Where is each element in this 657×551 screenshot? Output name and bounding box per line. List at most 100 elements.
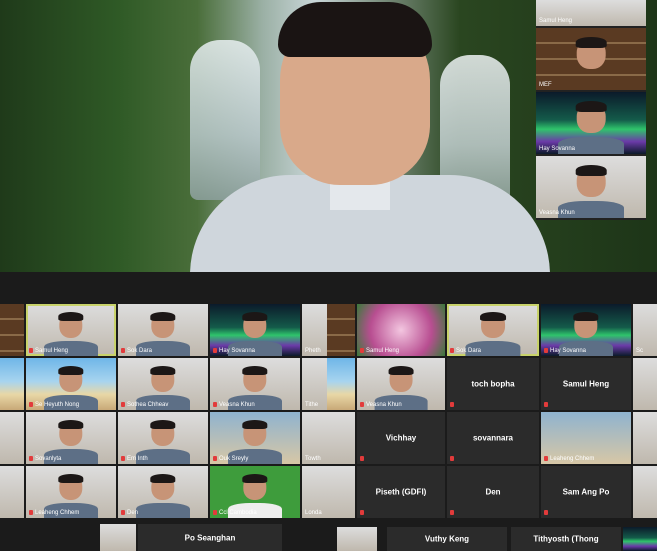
participant-name: Leaheng Chhem xyxy=(29,509,79,516)
tile-partial[interactable] xyxy=(327,412,355,464)
tile-den[interactable]: Den xyxy=(447,466,539,518)
tile-sovanlyta[interactable]: Sovanlyta xyxy=(26,412,116,464)
tile-partial[interactable]: Tithe xyxy=(302,358,327,410)
participant-face xyxy=(58,473,85,501)
mic-muted-icon xyxy=(213,509,217,515)
tile-hay-sovanna[interactable]: Hay Sovanna xyxy=(210,304,300,356)
tile-leaheng-chhem[interactable]: Leaheng Chhem xyxy=(541,412,631,464)
tile-sam-ang-po[interactable]: Sam Ang Po xyxy=(541,466,631,518)
tile-partial[interactable]: Londa xyxy=(302,466,327,518)
participant-status xyxy=(360,455,366,462)
participant-name: Hay Sovanna xyxy=(544,347,586,354)
tile-partial[interactable] xyxy=(327,304,355,356)
tile-sothea-chheav[interactable]: Sothea Chheav xyxy=(118,358,208,410)
tile-den[interactable]: Den xyxy=(118,466,208,518)
speaker-hair xyxy=(278,2,432,57)
tile-hay-sovanna[interactable]: Hay Sovanna xyxy=(541,304,631,356)
mic-muted-icon xyxy=(450,347,454,353)
tile-tithyosth[interactable]: Tithyosth (Thong xyxy=(511,527,621,551)
tile-partial[interactable] xyxy=(327,466,355,518)
tile-samul-heng[interactable]: Samul Heng xyxy=(357,304,445,356)
participant-name: Vuthy Keng xyxy=(424,534,470,544)
tile-se-heyuth-nong[interactable]: Se Heyuth Nong xyxy=(26,358,116,410)
tile-veasna-khun[interactable]: Veasna Khun xyxy=(210,358,300,410)
participant-name: Tithyosth (Thong xyxy=(533,534,599,544)
participant-name: Vichhay xyxy=(385,433,417,443)
tile-partial[interactable] xyxy=(337,527,377,551)
participant-body xyxy=(136,503,190,518)
mic-muted-icon xyxy=(360,401,364,407)
participant-status xyxy=(450,455,456,462)
mic-muted-icon xyxy=(213,347,217,353)
mic-muted-icon xyxy=(121,347,125,353)
sidebar-tile-3[interactable]: Hay Sovanna xyxy=(536,92,646,154)
participant-name: Leaheng Chhem xyxy=(544,455,594,462)
participant-name: Sam Ang Po xyxy=(562,487,610,497)
participant-name: Pheth xyxy=(305,348,321,354)
participant-name: Sovanlyta xyxy=(29,455,61,462)
participant-name: Veasna Khun xyxy=(360,401,402,408)
tile-partial[interactable] xyxy=(0,412,24,464)
participant-status xyxy=(544,509,550,516)
tile-partial[interactable] xyxy=(623,527,657,551)
mic-muted-icon xyxy=(544,347,548,353)
mic-muted-icon xyxy=(29,455,33,461)
right-gallery: Samul Heng Sok Dara Hay Sovanna Sc Veasn… xyxy=(327,272,657,551)
mic-muted-icon xyxy=(213,401,217,407)
tile-samul-heng[interactable]: Samul Heng xyxy=(26,304,116,356)
tile-toch-bopha[interactable]: toch bopha xyxy=(447,358,539,410)
participant-face xyxy=(242,311,269,339)
participant-name: Sothea Chheav xyxy=(121,401,168,408)
tile-partial[interactable] xyxy=(633,412,657,464)
tile-veasna-khun[interactable]: Veasna Khun xyxy=(357,358,445,410)
tile-leaheng-chhem[interactable]: Leaheng Chhem xyxy=(26,466,116,518)
tile-partial[interactable] xyxy=(0,304,24,356)
participant-face xyxy=(575,165,607,197)
tile-sok-dara[interactable]: Sok Dara xyxy=(447,304,539,356)
participant-face xyxy=(150,311,177,339)
tile-partial[interactable]: Pheth xyxy=(302,304,327,356)
tile-partial[interactable] xyxy=(633,466,657,518)
tile-samul-heng-2[interactable]: Samul Heng xyxy=(541,358,631,410)
tile-sok-dara[interactable]: Sok Dara xyxy=(118,304,208,356)
participant-name: Veasna Khun xyxy=(213,401,255,408)
mic-muted-icon xyxy=(29,401,33,407)
participant-face xyxy=(575,37,607,69)
tile-po-seanghan[interactable]: Po Seanghan xyxy=(138,524,282,551)
participant-face xyxy=(150,473,177,501)
participant-name: Ccl Cambodia xyxy=(213,509,257,516)
mic-muted-icon xyxy=(544,455,548,461)
mic-muted-icon xyxy=(121,509,125,515)
sidebar-participants: Samul Heng MEF Hay Sovanna Veasna Khun xyxy=(536,0,646,220)
participant-face xyxy=(480,311,506,339)
participant-name: sovannara xyxy=(472,433,514,443)
mic-muted-icon xyxy=(360,347,364,353)
tile-partial[interactable] xyxy=(0,466,24,518)
tile-partial[interactable]: Sc xyxy=(633,304,657,356)
participant-name: Hay Sovanna xyxy=(539,146,576,152)
tile-partial[interactable] xyxy=(327,358,355,410)
tile-vuthy-keng[interactable]: Vuthy Keng xyxy=(387,527,507,551)
participant-name: Sok Dara xyxy=(450,347,481,354)
tile-ccl-cambodia[interactable]: Ccl Cambodia xyxy=(210,466,300,518)
tile-em-inth[interactable]: Em Inth xyxy=(118,412,208,464)
participant-face xyxy=(58,311,85,339)
sidebar-tile-2[interactable]: MEF xyxy=(536,28,646,90)
participant-name: Po Seanghan xyxy=(184,533,236,542)
tile-sovannara[interactable]: sovannara xyxy=(447,412,539,464)
tile-piseth[interactable]: Piseth (GDFI) xyxy=(357,466,445,518)
sidebar-tile-4[interactable]: Veasna Khun xyxy=(536,156,646,218)
participant-name: Londa xyxy=(305,510,322,516)
tile-partial[interactable] xyxy=(100,524,136,551)
participant-face xyxy=(388,365,414,393)
mic-muted-icon xyxy=(450,401,454,407)
tile-partial[interactable]: Towth xyxy=(302,412,327,464)
sidebar-tile-1[interactable]: Samul Heng xyxy=(536,0,646,26)
participant-status xyxy=(360,509,366,516)
tile-vichhay[interactable]: Vichhay xyxy=(357,412,445,464)
tile-partial[interactable] xyxy=(633,358,657,410)
participant-status xyxy=(450,509,456,516)
participant-name: MEF xyxy=(539,82,552,88)
tile-ouk-sreyly[interactable]: Ouk Sreyly xyxy=(210,412,300,464)
tile-partial[interactable] xyxy=(0,358,24,410)
